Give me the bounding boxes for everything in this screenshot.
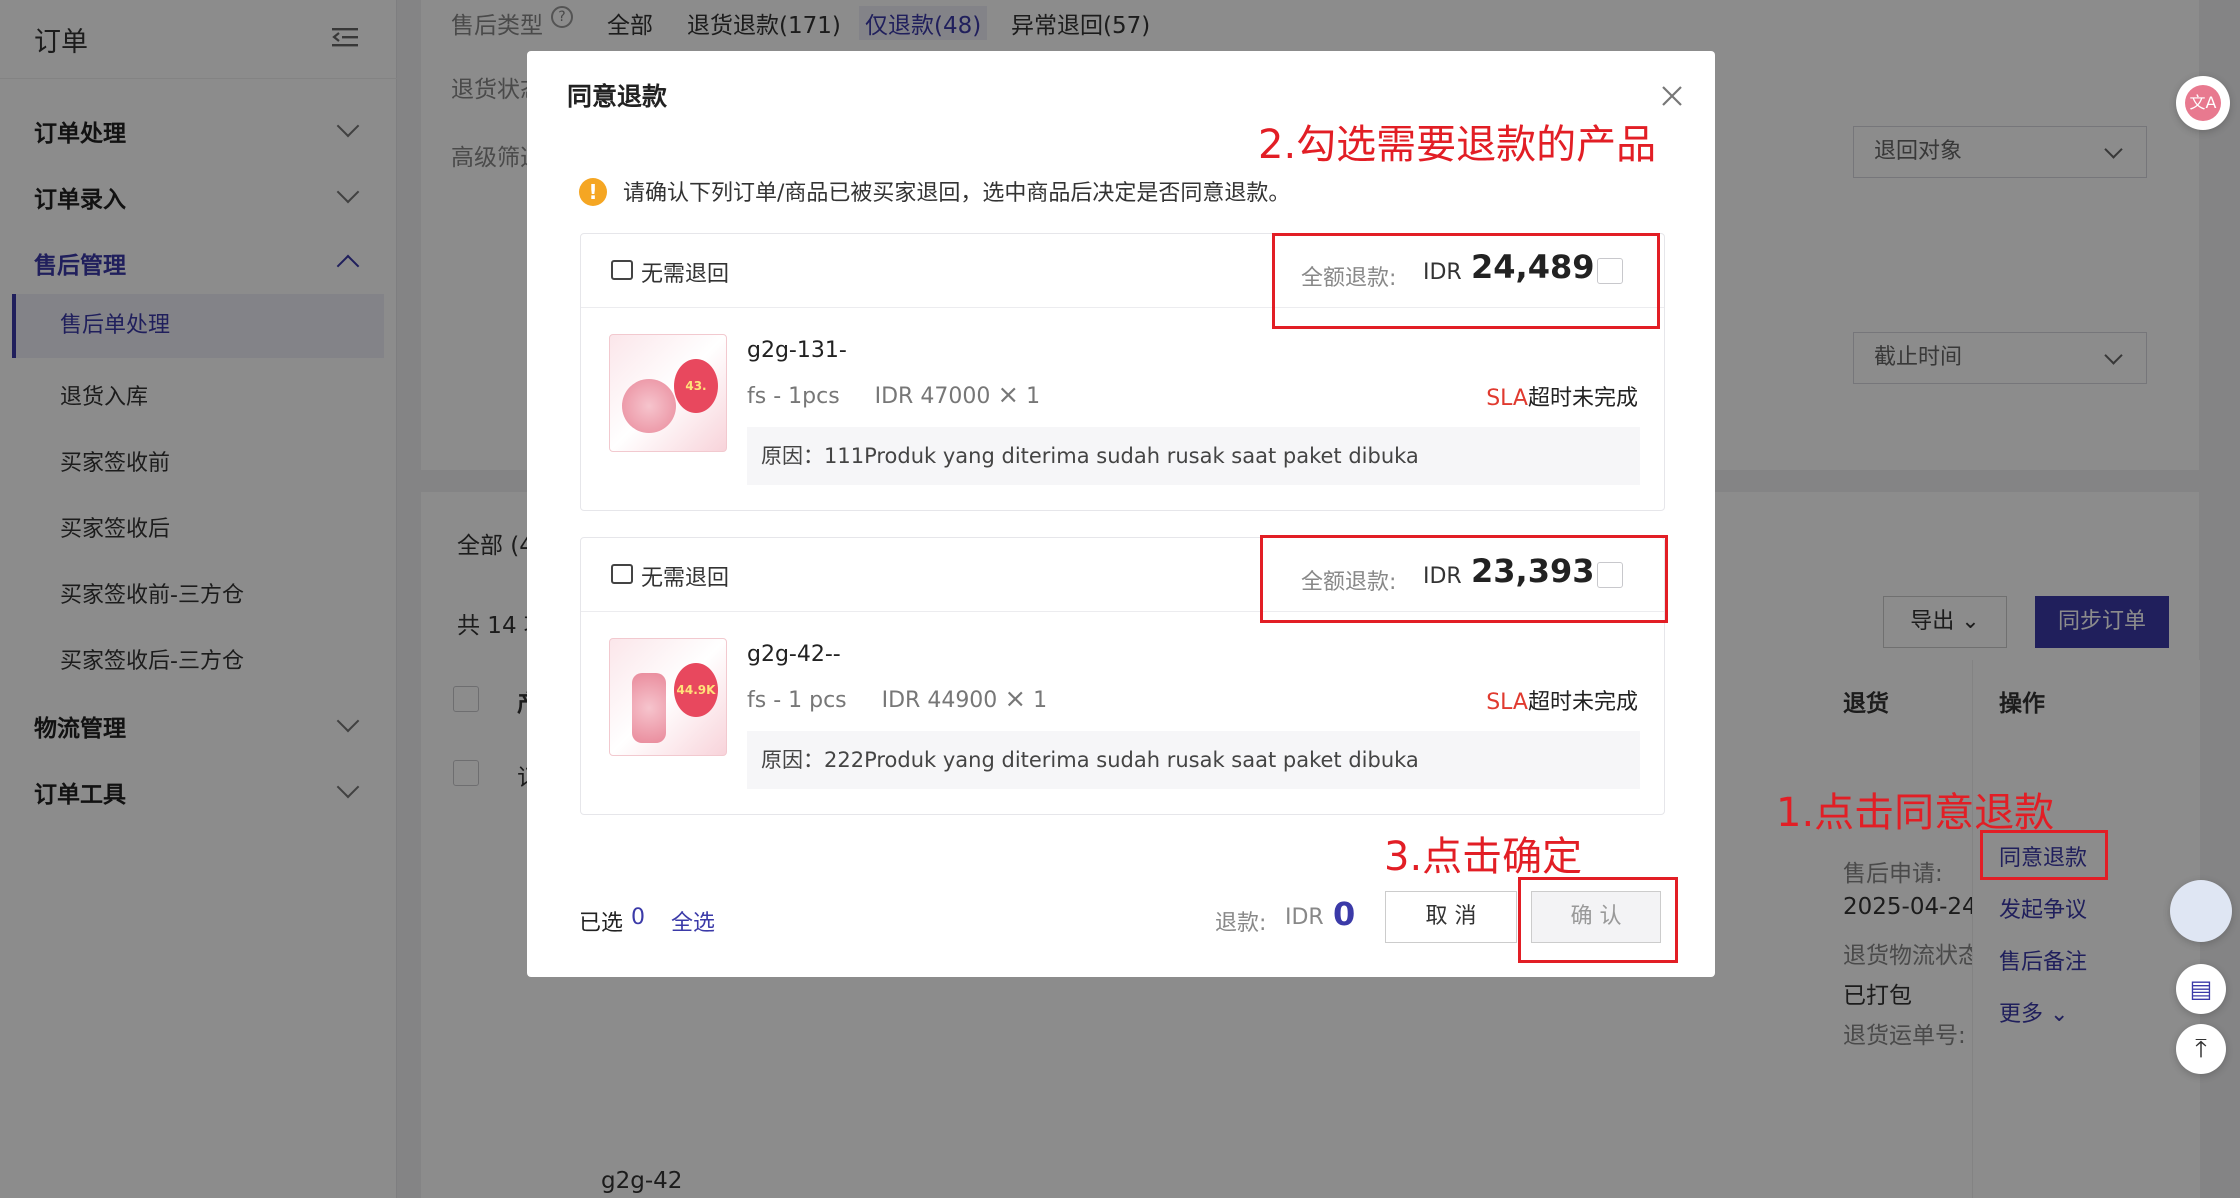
refund-reason: 原因：222Produk yang diterima sudah rusak s…	[747, 731, 1640, 789]
sla-text: 超时未完成	[1527, 386, 1638, 411]
quantity: 1	[1033, 688, 1048, 713]
return-type: 无需退回	[641, 262, 730, 287]
back-to-top-icon[interactable]: ⤒	[2176, 1024, 2226, 1074]
product-thumbnail: 43.	[609, 334, 727, 452]
sla-prefix: SLA	[1486, 386, 1528, 411]
quantity: 1	[1026, 384, 1041, 409]
annotation-highlight-amount-2	[1260, 535, 1668, 623]
return-type: 无需退回	[641, 566, 730, 591]
info-text: 请确认下列订单/商品已被买家退回，选中商品后决定是否同意退款。	[623, 181, 1291, 206]
price-tag: 44.9K	[674, 663, 718, 717]
refund-total-currency: IDR	[1285, 905, 1324, 930]
refund-total-label: 退款:	[1215, 911, 1267, 936]
dialog-title: 同意退款	[567, 82, 668, 111]
product-name: g2g-42--	[747, 642, 841, 667]
translate-icon[interactable]: 文A	[2176, 76, 2230, 130]
price-tag: 43.	[674, 359, 718, 413]
avatar[interactable]	[2170, 880, 2232, 942]
chat-icon[interactable]: ▤	[2176, 964, 2226, 1014]
product-spec: fs - 1 pcs IDR 44900 × 1	[747, 684, 1048, 714]
return-box-icon	[611, 260, 633, 280]
product-spec: fs - 1pcs IDR 47000 × 1	[747, 380, 1041, 410]
annotation-step1: 1.点击同意退款	[1776, 790, 2055, 836]
sla-text: 超时未完成	[1527, 690, 1638, 715]
spec-text: fs - 1 pcs IDR 44900	[747, 688, 998, 713]
spec-text: fs - 1pcs IDR 47000	[747, 384, 991, 409]
return-box-icon	[611, 564, 633, 584]
sla-status: SLA超时未完成	[1486, 380, 1638, 412]
sla-status: SLA超时未完成	[1486, 684, 1638, 716]
sla-prefix: SLA	[1486, 690, 1528, 715]
annotation-step2: 2.勾选需要退款的产品	[1258, 122, 1657, 168]
selected-label: 已选	[579, 911, 624, 936]
refund-reason: 原因：111Produk yang diterima sudah rusak s…	[747, 427, 1640, 485]
annotation-step3: 3.点击确定	[1384, 834, 1583, 880]
cancel-button[interactable]: 取 消	[1385, 891, 1517, 943]
annotation-highlight-amount-1	[1272, 233, 1660, 329]
close-icon[interactable]	[1657, 81, 1687, 111]
product-name: g2g-131-	[747, 338, 847, 363]
refund-total-amount: 0	[1333, 895, 1356, 933]
annotation-highlight-confirm	[1518, 877, 1678, 963]
info-icon: !	[579, 178, 607, 206]
selected-count: 0	[631, 905, 645, 930]
product-thumbnail: 44.9K	[609, 638, 727, 756]
select-all-link[interactable]: 全选	[671, 905, 715, 937]
